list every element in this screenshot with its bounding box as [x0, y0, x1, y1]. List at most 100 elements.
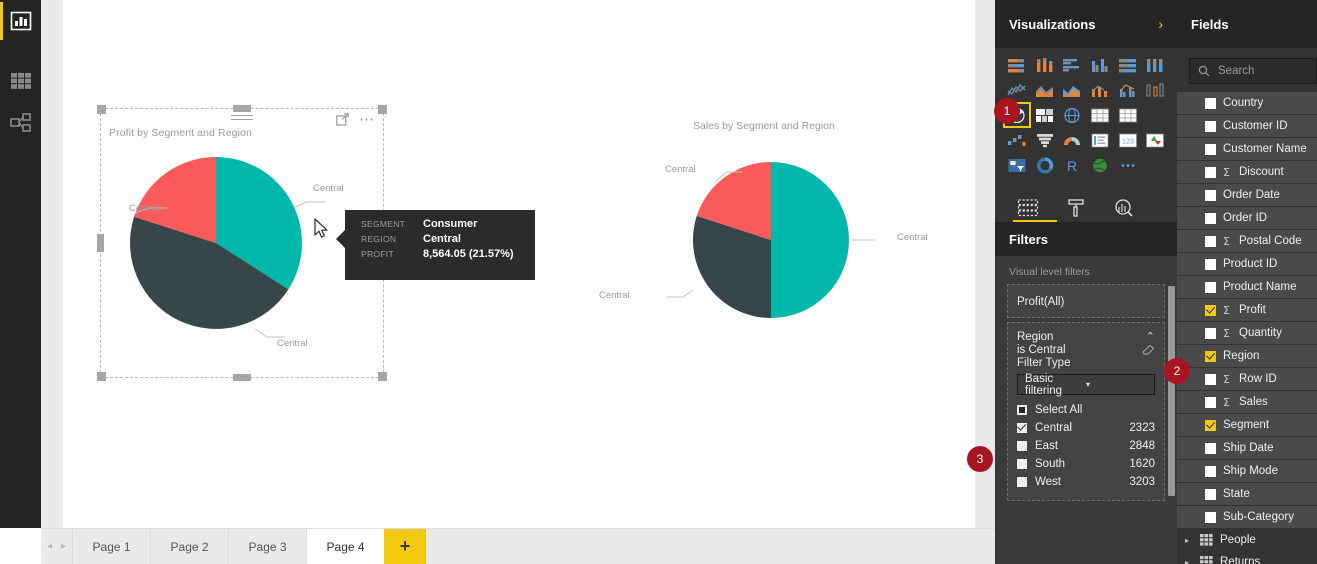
field-checkbox[interactable] [1205, 511, 1216, 523]
filter-item-east[interactable]: East 2848 [1017, 437, 1155, 455]
field-checkbox[interactable] [1205, 442, 1216, 454]
filters-scrollbar[interactable] [1168, 286, 1175, 496]
viz-matrix[interactable] [1088, 104, 1112, 126]
viz-table[interactable] [1116, 104, 1140, 126]
table-row-returns[interactable]: ▸ Returns [1177, 551, 1317, 564]
field-row-country[interactable]: Country [1177, 92, 1317, 114]
field-checkbox[interactable] [1205, 373, 1216, 385]
viz-placeholder[interactable] [1143, 104, 1167, 126]
viz-kpi[interactable] [1143, 129, 1167, 151]
field-row-region[interactable]: Region [1177, 345, 1317, 367]
viz-card[interactable]: 123 [1116, 129, 1140, 151]
visual-sales-by-segment-and-region[interactable]: Sales by Segment and Region Central Cent… [599, 112, 933, 342]
viz-100-stacked-bar-chart[interactable] [1116, 54, 1140, 76]
viz-waterfall-chart[interactable] [1005, 129, 1029, 151]
resize-handle-left[interactable] [97, 234, 104, 252]
viz-treemap[interactable] [1033, 104, 1057, 126]
field-row-segment[interactable]: Segment [1177, 414, 1317, 436]
field-checkbox[interactable] [1205, 166, 1216, 178]
filter-item-south[interactable]: South 1620 [1017, 455, 1155, 473]
table-row-people[interactable]: ▸ People [1177, 529, 1317, 551]
field-checkbox[interactable] [1205, 281, 1216, 293]
rail-item-data-view[interactable] [0, 60, 41, 102]
page-tab-3[interactable]: Page 3 [228, 529, 306, 564]
resize-handle-br[interactable] [378, 372, 387, 381]
drag-handle-icon[interactable] [231, 115, 253, 123]
field-row-postal-code[interactable]: Σ Postal Code [1177, 230, 1317, 252]
field-row-state[interactable]: State [1177, 483, 1317, 505]
field-row-order-id[interactable]: Order ID [1177, 207, 1317, 229]
resize-handle-top[interactable] [233, 105, 251, 112]
resize-handle-bl[interactable] [97, 372, 106, 381]
viz-more-visuals[interactable] [1116, 154, 1140, 176]
page-tab-4[interactable]: Page 4 [306, 529, 385, 564]
field-checkbox[interactable] [1205, 350, 1216, 362]
checkbox-east[interactable] [1017, 441, 1027, 451]
viz-slicer[interactable] [1005, 154, 1029, 176]
tab-analytics[interactable] [1113, 198, 1135, 218]
filter-item-select-all[interactable]: Select All [1017, 401, 1155, 419]
search-input[interactable]: Search [1189, 58, 1317, 84]
field-row-customer-name[interactable]: Customer Name [1177, 138, 1317, 160]
viz-donut-chart[interactable] [1033, 154, 1057, 176]
field-checkbox[interactable] [1205, 258, 1216, 270]
filter-item-central[interactable]: Central 2323 [1017, 419, 1155, 437]
tab-format[interactable] [1065, 198, 1087, 218]
page-tab-1[interactable]: Page 1 [72, 529, 150, 564]
expander-icon[interactable]: ▸ [1185, 558, 1193, 564]
field-row-product-name[interactable]: Product Name [1177, 276, 1317, 298]
resize-handle-tl[interactable] [97, 105, 106, 114]
more-options-icon[interactable]: ⋯ [359, 112, 375, 127]
resize-handle-bottom[interactable] [233, 374, 251, 381]
focus-mode-icon[interactable] [336, 113, 349, 126]
field-row-product-id[interactable]: Product ID [1177, 253, 1317, 275]
chevron-right-icon[interactable]: › [1158, 16, 1163, 32]
field-row-profit[interactable]: Σ Profit [1177, 299, 1317, 321]
field-checkbox[interactable] [1205, 304, 1216, 316]
field-checkbox[interactable] [1205, 97, 1216, 109]
viz-gauge[interactable] [1060, 129, 1084, 151]
viz-ribbon-chart[interactable] [1143, 79, 1167, 101]
field-row-customer-id[interactable]: Customer ID [1177, 115, 1317, 137]
field-row-ship-mode[interactable]: Ship Mode [1177, 460, 1317, 482]
checkbox-central[interactable] [1017, 423, 1027, 433]
checkbox-south[interactable] [1017, 459, 1027, 469]
viz-stacked-bar-chart[interactable] [1005, 54, 1029, 76]
chevron-up-icon[interactable]: ⌃ [1146, 330, 1155, 343]
page-next-button[interactable]: ▸ [61, 541, 66, 552]
filter-type-select[interactable]: Basic filtering ▾ [1017, 373, 1155, 397]
viz-stacked-area-chart[interactable] [1060, 79, 1084, 101]
add-page-button[interactable]: + [384, 529, 427, 564]
resize-handle-tr[interactable] [378, 105, 387, 114]
filter-card-region[interactable]: Region ⌃ is Central Filter Type Basic fi… [1007, 322, 1165, 501]
field-row-ship-date[interactable]: Ship Date [1177, 437, 1317, 459]
field-row-order-date[interactable]: Order Date [1177, 184, 1317, 206]
viz-map[interactable] [1060, 104, 1084, 126]
viz-line-and-clustered-column-chart[interactable] [1116, 79, 1140, 101]
viz-stacked-column-chart[interactable] [1033, 54, 1057, 76]
clear-filter-eraser-icon[interactable] [1142, 344, 1155, 356]
checkbox-select-all[interactable] [1017, 405, 1027, 415]
tab-fields-well[interactable] [1017, 198, 1039, 218]
viz-funnel-chart[interactable] [1033, 129, 1057, 151]
viz-arcgis-map[interactable] [1088, 154, 1112, 176]
field-checkbox[interactable] [1205, 396, 1216, 408]
viz-r-script-visual[interactable]: R [1060, 154, 1084, 176]
expander-icon[interactable]: ▸ [1185, 536, 1193, 545]
field-checkbox[interactable] [1205, 189, 1216, 201]
viz-area-chart[interactable] [1033, 79, 1057, 101]
field-row-discount[interactable]: Σ Discount [1177, 161, 1317, 183]
field-checkbox[interactable] [1205, 235, 1216, 247]
rail-item-model-view[interactable] [0, 102, 41, 144]
viz-100-stacked-column-chart[interactable] [1143, 54, 1167, 76]
viz-line-and-stacked-column-chart[interactable] [1088, 79, 1112, 101]
field-checkbox[interactable] [1205, 327, 1216, 339]
filter-card-profit[interactable]: Profit(All) [1007, 284, 1165, 318]
field-checkbox[interactable] [1205, 488, 1216, 500]
field-checkbox[interactable] [1205, 419, 1216, 431]
filter-item-west[interactable]: West 3203 [1017, 473, 1155, 491]
field-checkbox[interactable] [1205, 212, 1216, 224]
viz-multi-row-card[interactable] [1088, 129, 1112, 151]
field-checkbox[interactable] [1205, 120, 1216, 132]
checkbox-west[interactable] [1017, 477, 1027, 487]
